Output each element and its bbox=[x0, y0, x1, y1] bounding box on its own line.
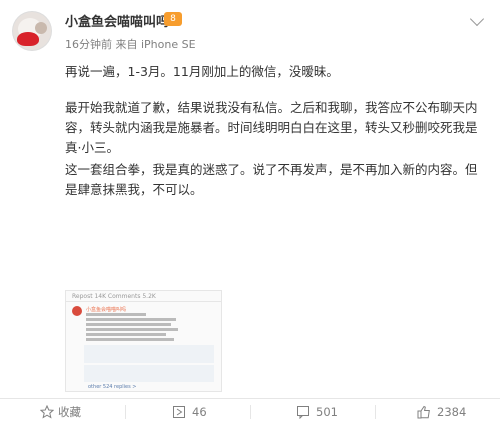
post-time[interactable]: 16分钟前 bbox=[65, 38, 112, 51]
post-paragraph-3: 这一套组合拳，我是真的迷惑了。说了不再发声，是不再加入新的内容。但是肆意抹黑我，… bbox=[65, 162, 478, 197]
comment-count: 501 bbox=[316, 405, 338, 419]
embed-more-replies: other 524 replies > bbox=[88, 384, 137, 390]
repost-icon bbox=[173, 406, 185, 418]
post-source: 来自 iPhone SE bbox=[115, 38, 196, 51]
embed-reply-2 bbox=[84, 365, 214, 382]
favorite-label: 收藏 bbox=[58, 405, 81, 419]
post-paragraph-1: 再说一遍，1-3月。11月刚加上的微信，没暧昧。 bbox=[65, 64, 339, 79]
author-avatar[interactable] bbox=[13, 12, 51, 50]
vip-badge: 8 bbox=[164, 12, 182, 26]
post-meta: 16分钟前 来自 iPhone SE bbox=[65, 36, 196, 52]
embedded-screenshot[interactable]: Repost 14K Comments 5.2K 小盒鱼会喵喵叫吗 other … bbox=[65, 290, 222, 392]
chevron-down-icon[interactable] bbox=[469, 11, 485, 27]
repost-count: 46 bbox=[192, 405, 207, 419]
like-count: 2384 bbox=[437, 405, 467, 419]
embed-header: Repost 14K Comments 5.2K bbox=[72, 293, 156, 300]
action-bar: 收藏 46 501 2384 bbox=[0, 398, 500, 425]
embed-reply-1 bbox=[84, 345, 214, 363]
comment-icon bbox=[297, 406, 309, 419]
star-icon bbox=[40, 405, 54, 419]
embed-avatar bbox=[72, 306, 82, 316]
weibo-post-card: 小盒鱼会喵喵叫吗 8 16分钟前 来自 iPhone SE 再说一遍，1-3月。… bbox=[0, 0, 500, 425]
post-paragraph-2: 最开始我就道了歉，结果说我没有私信。之后和我聊，我答应不公布聊天内容，转头就内涵… bbox=[65, 100, 478, 155]
author-name[interactable]: 小盒鱼会喵喵叫吗 bbox=[65, 11, 169, 30]
thumbs-up-icon bbox=[417, 405, 430, 419]
embed-author: 小盒鱼会喵喵叫吗 bbox=[86, 307, 127, 313]
